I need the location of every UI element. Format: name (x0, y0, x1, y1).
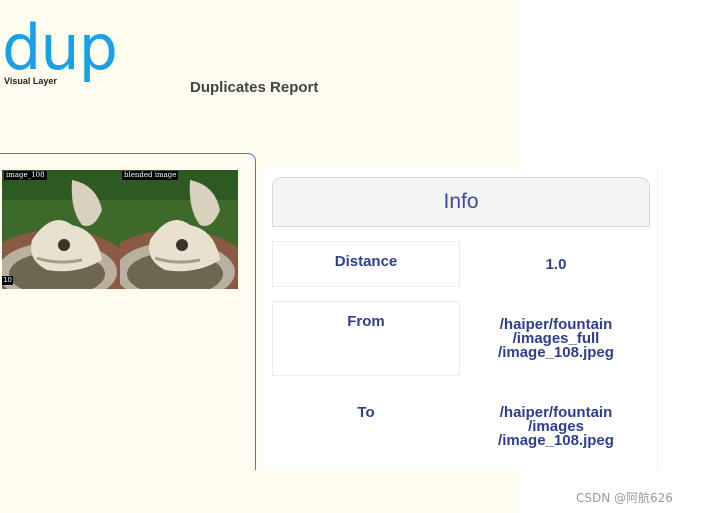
logo-wordmark: dup (2, 11, 118, 84)
fountain-image (2, 170, 120, 289)
csdn-watermark: CSDN @阿航626 (576, 491, 673, 505)
value-line: /image_108.jpeg (498, 432, 614, 449)
blended-image-thumbnail[interactable]: blended image (120, 170, 238, 289)
fountain-image (120, 170, 238, 289)
duplicate-image-thumbnail[interactable]: image_108 10 (2, 170, 120, 289)
page-title: Duplicates Report (190, 79, 319, 96)
info-key-to: To (357, 404, 375, 421)
thumbnail-corner-label: 10 (2, 276, 13, 285)
info-value-to: /haiper/fountain /images /image_108.jpeg (470, 405, 642, 449)
visual-layer-logo: dup Visual Layer (0, 16, 118, 96)
thumbnail-label: blended image (122, 171, 179, 180)
info-header: Info (272, 177, 650, 227)
info-key-distance: Distance (272, 241, 460, 287)
value-line: 1.0 (545, 256, 567, 273)
info-value-from: /haiper/fountain /images_full /image_108… (470, 317, 642, 361)
thumbnail-label: image_108 (4, 171, 47, 180)
info-value-distance: 1.0 (470, 256, 642, 273)
logo-tagline: Visual Layer (4, 76, 57, 86)
footer-band (0, 470, 520, 513)
info-key-from: From (272, 301, 460, 376)
value-line: /image_108.jpeg (498, 344, 614, 361)
